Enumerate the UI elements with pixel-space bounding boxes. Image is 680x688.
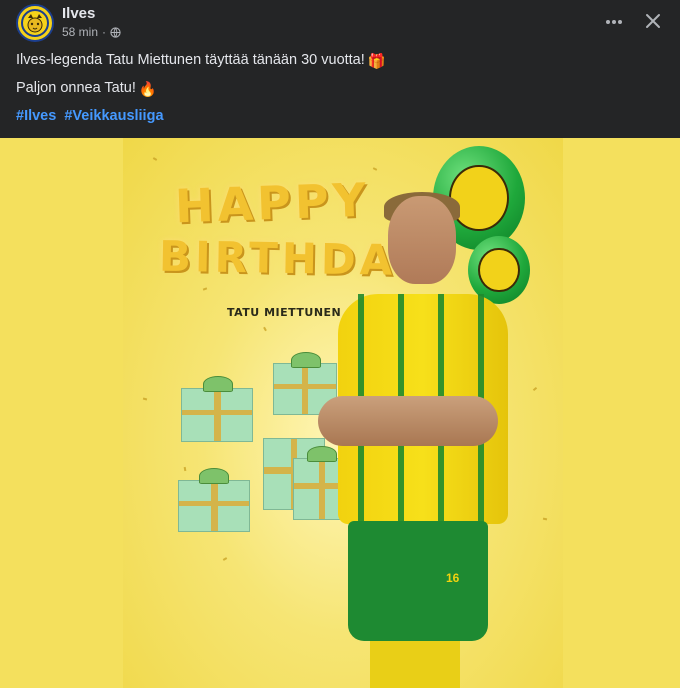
close-button[interactable] <box>638 6 668 36</box>
post-meta: 58 min · <box>62 25 121 39</box>
hashtag-row: #Ilves #Veikkausliiga <box>16 108 168 124</box>
post-time[interactable]: 58 min <box>62 25 98 39</box>
shirt-number: 16 <box>446 571 460 585</box>
gift-bow <box>291 352 321 368</box>
confetti <box>372 167 378 171</box>
confetti <box>222 557 228 561</box>
author-name[interactable]: Ilves <box>62 5 95 22</box>
post-text-content-2: Paljon onnea Tatu! <box>16 80 136 96</box>
confetti <box>263 326 267 332</box>
fire-emoji: 🔥 <box>138 82 157 98</box>
meta-separator: · <box>102 25 107 39</box>
post-header: Ilves 58 min · Ilves-legenda Tatu Miettu… <box>0 0 680 138</box>
hashtag-veikkausliiga[interactable]: #Veikkausliiga <box>64 108 163 124</box>
birthday-graphic: HAPPY BIRTHDAY TATU MIETTUNEN 16 <box>123 138 563 688</box>
gift-box <box>181 388 253 442</box>
confetti <box>542 517 548 521</box>
page-avatar[interactable] <box>16 4 54 42</box>
confetti <box>152 157 158 161</box>
player-socks <box>370 641 460 688</box>
confetti <box>183 466 187 472</box>
player-shorts: 16 <box>348 521 488 641</box>
player-arms <box>318 396 498 446</box>
gift-bow <box>203 376 233 392</box>
post-text-line1: Ilves-legenda Tatu Miettunen täyttää tän… <box>16 52 386 70</box>
hashtag-ilves[interactable]: #Ilves <box>16 108 56 124</box>
post-image[interactable]: HAPPY BIRTHDAY TATU MIETTUNEN 16 <box>0 138 680 688</box>
post-text-line2: Paljon onnea Tatu! 🔥 <box>16 80 157 98</box>
globe-icon <box>110 26 121 38</box>
more-options-button[interactable] <box>600 8 628 36</box>
post-text-content: Ilves-legenda Tatu Miettunen täyttää tän… <box>16 52 365 68</box>
confetti <box>532 386 538 392</box>
gift-emoji: 🎁 <box>367 54 386 70</box>
confetti <box>202 287 208 291</box>
confetti <box>142 397 148 401</box>
more-options-icon <box>606 20 622 24</box>
player-head <box>388 196 456 284</box>
player-figure: 16 <box>318 192 508 688</box>
ilves-logo-icon <box>21 9 49 37</box>
gift-bow <box>199 468 229 484</box>
gift-box <box>178 480 250 532</box>
close-icon <box>646 14 660 28</box>
